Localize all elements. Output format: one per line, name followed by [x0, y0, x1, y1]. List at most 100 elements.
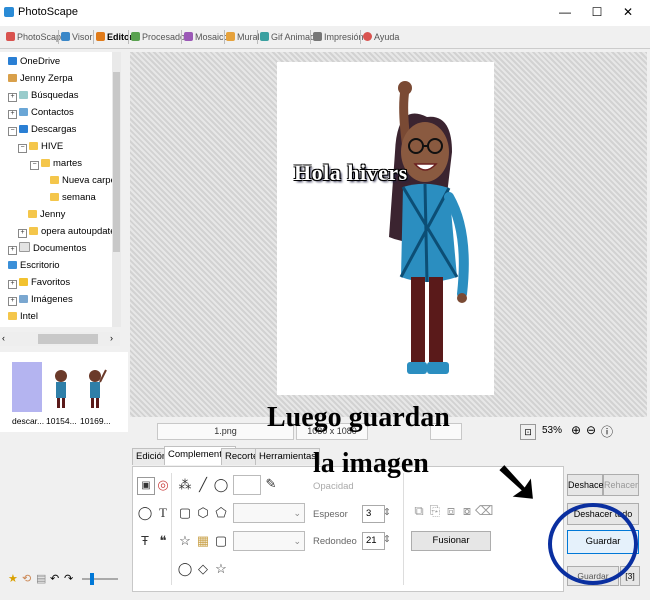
rounded-input[interactable]: 21 — [362, 532, 385, 550]
thickness-input[interactable]: 3 — [362, 505, 385, 523]
tab-visor[interactable]: Visor — [61, 29, 92, 45]
open-icon[interactable]: ▤ — [36, 572, 46, 585]
gif-animado-icon — [260, 32, 269, 41]
scroll-right-icon[interactable]: › — [110, 333, 113, 343]
tree-horizontal-scrollbar[interactable]: ‹ › — [0, 332, 120, 346]
image-shape-icon[interactable]: ▦ — [195, 533, 211, 549]
star-outline-icon[interactable]: ☆ — [213, 561, 229, 577]
tree-item-imagenes[interactable]: + Imágenes — [8, 292, 73, 307]
impresion-icon — [313, 32, 322, 41]
circle-shape-icon[interactable]: ◯ — [213, 477, 229, 493]
hexagon-icon[interactable]: ⬡ — [195, 505, 211, 521]
tab-gif-animado[interactable]: Gif Animado — [260, 29, 320, 45]
close-button[interactable]: ✕ — [613, 2, 643, 22]
rotate-icon[interactable]: ⟲ — [22, 572, 31, 585]
tab-mosaico[interactable]: Mosaico — [184, 29, 229, 45]
layer-up-icon[interactable]: ⧈ — [443, 503, 459, 519]
tab-mural[interactable]: Mural — [226, 29, 260, 45]
help-icon — [363, 32, 372, 41]
scroll-left-icon[interactable]: ‹ — [2, 333, 5, 343]
star-icon[interactable]: ★ — [8, 572, 18, 585]
redo-arrow-icon[interactable]: ↷ — [64, 572, 73, 585]
line-icon[interactable]: ╱ — [195, 477, 211, 493]
photo-icon[interactable]: ▣ — [137, 477, 155, 495]
tree-item-contactos[interactable]: + Contactos — [8, 105, 74, 120]
folder-icon — [29, 142, 38, 150]
tab-ayuda[interactable]: Ayuda — [363, 29, 399, 45]
tree-item-semana[interactable]: semana — [50, 190, 96, 205]
merge-button[interactable]: Fusionar — [411, 531, 491, 551]
square-icon[interactable]: ▢ — [213, 533, 229, 549]
copy-layer-icon[interactable]: ⧉ — [411, 503, 427, 519]
delete-layer-icon[interactable]: ⌫ — [475, 503, 493, 519]
thickness-label: Espesor — [313, 509, 348, 520]
folder-icon — [50, 193, 59, 201]
tree-item-descargas[interactable]: − Descargas — [8, 122, 76, 137]
tree-scroll-thumb[interactable] — [113, 72, 120, 252]
tree-hscroll-thumb[interactable] — [38, 334, 98, 344]
minimize-button[interactable]: — — [550, 2, 580, 22]
folder-icon — [28, 210, 37, 218]
frame-icon[interactable]: ◎ — [155, 477, 171, 493]
folder-icon — [41, 159, 50, 167]
layer-down-icon[interactable]: ⧇ — [459, 503, 475, 519]
star-icon[interactable]: ☆ — [177, 533, 193, 549]
tree-item-opera-autoupdate[interactable]: + opera autoupdate — [18, 224, 115, 239]
zoom-fit-icon[interactable]: ⊡ — [520, 424, 536, 440]
tab-procesador[interactable]: Procesador — [131, 29, 188, 45]
rounded-rect-icon[interactable]: ▢ — [177, 505, 193, 521]
tab-herramientas[interactable]: Herramientas — [255, 448, 321, 465]
color-picker[interactable] — [233, 475, 261, 495]
line-style-select[interactable]: ⌄ — [233, 503, 305, 523]
undo-button[interactable]: Deshacer — [567, 474, 607, 496]
thumbnail-3[interactable] — [80, 362, 110, 412]
thumbnail-strip: descar... 10154... 10169... — [0, 352, 128, 432]
thumbnail-2[interactable] — [46, 362, 76, 412]
tree-item-onedrive[interactable]: OneDrive — [8, 54, 60, 69]
rounded-stepper-icon[interactable]: ⇕ — [383, 534, 391, 545]
tab-impresion[interactable]: Impresión — [313, 29, 364, 45]
brightness-slider[interactable] — [82, 578, 118, 580]
maximize-button[interactable]: ☐ — [582, 2, 612, 22]
undo-arrow-icon[interactable]: ↶ — [50, 572, 59, 585]
tree-item-hive[interactable]: − HIVE — [18, 139, 63, 154]
pentagon-icon[interactable]: ⬠ — [213, 505, 229, 521]
redo-button[interactable]: Rehacer — [603, 474, 639, 496]
magic-wand-icon[interactable]: ⁂ — [177, 477, 193, 493]
tree-item-intel[interactable]: Intel — [8, 309, 38, 324]
info-icon[interactable]: ⓘ — [601, 423, 613, 440]
speech-balloon-icon[interactable]: ◯ — [137, 505, 153, 521]
folder-icon — [8, 312, 17, 320]
zoom-in-icon[interactable]: ⊕ — [571, 423, 581, 437]
tree-item-jenny[interactable]: Jenny — [28, 207, 65, 222]
quote-icon[interactable]: ❝ — [155, 533, 171, 549]
ellipse-icon[interactable]: ◯ — [177, 561, 193, 577]
folder-icon — [50, 176, 59, 184]
overlay-text[interactable]: Hola hivers — [294, 160, 408, 186]
fill-style-select[interactable]: ⌄ — [233, 531, 305, 551]
desktop-icon — [8, 261, 17, 269]
tree-item-busquedas[interactable]: + Búsquedas — [8, 88, 79, 103]
slider-handle[interactable] — [90, 573, 94, 585]
procesador-icon — [131, 32, 140, 41]
text-icon[interactable]: T — [155, 505, 171, 521]
tree-item-documentos[interactable]: + Documentos — [8, 241, 86, 256]
tree-item-martes[interactable]: − martes — [30, 156, 82, 171]
diamond-icon[interactable]: ◇ — [195, 561, 211, 577]
thumbnail-label: 10169... — [80, 416, 111, 426]
tree-item-escritorio[interactable]: Escritorio — [8, 258, 60, 273]
bitmoji-avatar-illustration — [389, 81, 469, 374]
tree-scrollbar[interactable] — [112, 52, 121, 327]
paste-layer-icon[interactable]: ⎘ — [427, 503, 443, 519]
thumbnail-1[interactable] — [12, 362, 42, 412]
thumbnail-label: descar... — [12, 416, 45, 426]
eyedropper-icon[interactable]: ✎ — [263, 476, 279, 492]
thickness-stepper-icon[interactable]: ⇕ — [383, 507, 391, 518]
tree-item-user[interactable]: Jenny Zerpa — [8, 71, 73, 86]
tree-item-nueva-carpeta[interactable]: Nueva carpeta — [50, 173, 120, 188]
edited-image[interactable] — [277, 62, 494, 395]
text-format-icon[interactable]: Ŧ — [137, 533, 153, 549]
avatar-thumb-icon — [89, 369, 107, 408]
zoom-out-icon[interactable]: ⊖ — [586, 423, 596, 437]
tree-item-favoritos[interactable]: + Favoritos — [8, 275, 70, 290]
